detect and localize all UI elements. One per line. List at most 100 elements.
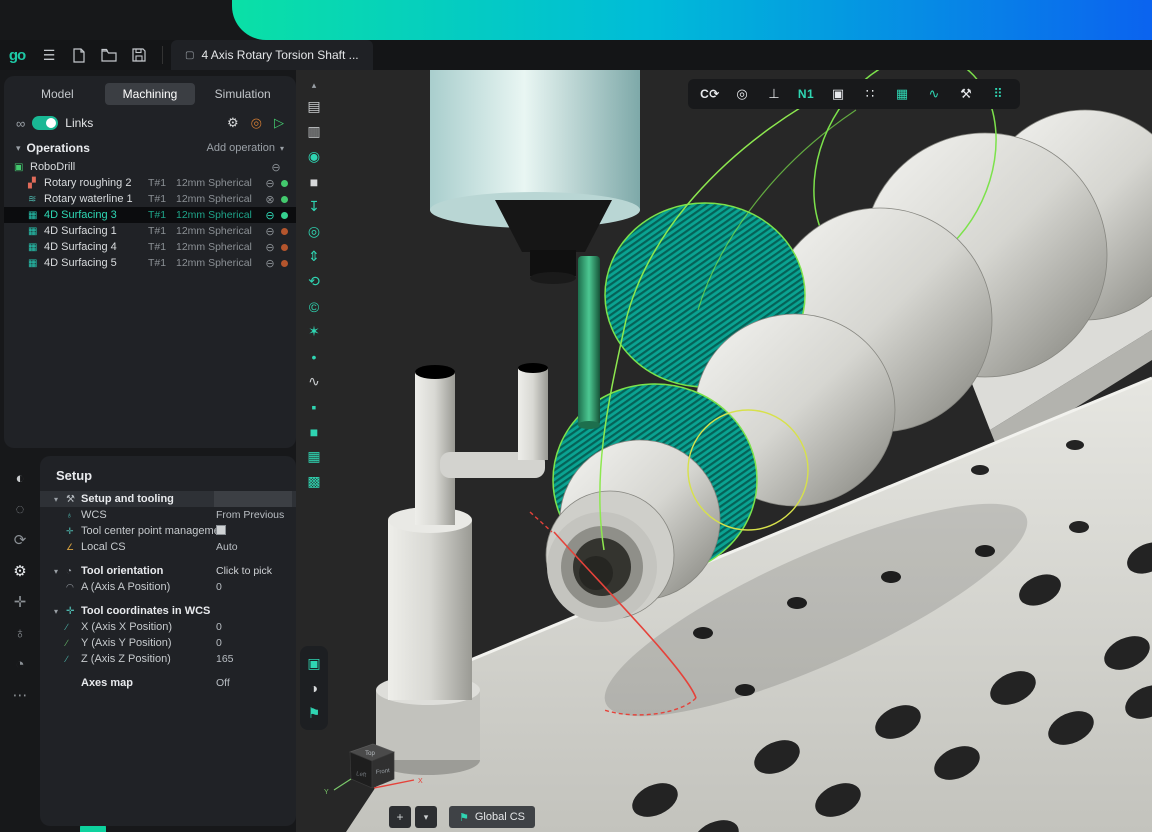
tool-display-icon[interactable]: ⚒ bbox=[952, 86, 980, 102]
grid-display-icon[interactable]: ⠿ bbox=[984, 86, 1012, 102]
setting-row-z-axis[interactable]: ∕ Z (Axis Z Position) 165 bbox=[40, 651, 296, 667]
machine-head-icon[interactable]: ▤ bbox=[307, 94, 320, 119]
suppress-icon[interactable]: ⊖ bbox=[262, 177, 278, 190]
operation-tool-desc: 12mm Spherical bbox=[176, 193, 262, 205]
mesh-icon[interactable]: ▦ bbox=[307, 444, 320, 469]
patch-icon[interactable]: ▪ bbox=[312, 394, 317, 419]
rotate-c-icon[interactable]: © bbox=[309, 294, 319, 319]
model-sphere-icon[interactable]: ◐ bbox=[15, 470, 24, 488]
axis-vertical-icon[interactable]: ⇕ bbox=[308, 244, 320, 269]
settings-gear-icon[interactable]: ⚙ bbox=[13, 563, 26, 581]
suppress-icon[interactable]: ⊖ bbox=[262, 209, 278, 222]
operation-row[interactable]: ≋ Rotary waterline 1 T#1 12mm Spherical … bbox=[4, 191, 296, 207]
links-row: ∞ Links ⚙ ◎ ▷ bbox=[4, 109, 296, 137]
suppress-icon[interactable]: ⊖ bbox=[262, 241, 278, 254]
cs-flag-icon: ⚑ bbox=[459, 811, 469, 824]
operation-row[interactable]: ▞ Rotary roughing 2 T#1 12mm Spherical ⊖ bbox=[4, 175, 296, 191]
setting-row-y-axis[interactable]: ∕ Y (Axis Y Position) 0 bbox=[40, 635, 296, 651]
document-tab[interactable]: ▢ 4 Axis Rotary Torsion Shaft ... bbox=[171, 40, 373, 70]
setting-value[interactable]: Auto bbox=[216, 541, 296, 553]
global-cs-chip[interactable]: ⚑ Global CS bbox=[449, 806, 535, 828]
history-icon[interactable]: ◔ bbox=[15, 656, 24, 674]
operations-title: Operations bbox=[27, 141, 207, 155]
setting-row-wcs[interactable]: ♁ WCS From Previous bbox=[40, 507, 296, 523]
selection-icon[interactable]: ◌ bbox=[16, 501, 25, 519]
main-menu-icon[interactable]: ☰ bbox=[34, 47, 64, 64]
rotate-c-icon[interactable]: C⟳ bbox=[696, 87, 724, 101]
setting-row-x-axis[interactable]: ∕ X (Axis X Position) 0 bbox=[40, 619, 296, 635]
suppress-icon[interactable]: ⊗ bbox=[262, 193, 278, 206]
setting-label: Y (Axis Y Position) bbox=[81, 637, 216, 649]
region-icon[interactable]: ▩ bbox=[307, 469, 320, 494]
shaded-view-icon[interactable]: ◑ bbox=[310, 680, 318, 696]
suppress-icon[interactable]: ⊖ bbox=[268, 161, 284, 174]
pick-value[interactable]: Click to pick bbox=[216, 565, 296, 577]
machine-setup-icon[interactable]: ▥ bbox=[307, 119, 320, 144]
stock-display-icon[interactable]: ▣ bbox=[824, 86, 852, 102]
nc-program-label[interactable]: N1 bbox=[792, 87, 820, 101]
run-simulation-icon[interactable]: ▷ bbox=[274, 115, 284, 131]
add-operation-button[interactable]: Add operation ▾ bbox=[206, 142, 284, 154]
suppress-icon[interactable]: ⊖ bbox=[262, 225, 278, 238]
operation-type-icon: ▦ bbox=[28, 258, 44, 269]
setting-row-axes-map[interactable]: Axes map Off bbox=[40, 675, 296, 691]
fit-view-icon[interactable]: ▣ bbox=[307, 655, 320, 672]
save-icon[interactable] bbox=[124, 48, 154, 62]
scroll-up-icon[interactable]: ▴ bbox=[312, 80, 317, 94]
record-target-icon[interactable]: ◎ bbox=[251, 115, 262, 131]
probe-icon[interactable]: ◎ bbox=[728, 86, 756, 102]
tool-circle-icon[interactable]: ◉ bbox=[308, 144, 320, 169]
links-toggle[interactable] bbox=[32, 116, 58, 130]
operation-row[interactable]: ▦ 4D Surfacing 5 T#1 12mm Spherical ⊖ bbox=[4, 255, 296, 271]
setting-value[interactable]: 0 bbox=[216, 581, 296, 593]
group-tool-coordinates[interactable]: ▾ ✛ Tool coordinates in WCS bbox=[40, 603, 296, 619]
group-setup-and-tooling[interactable]: ▾ ⚒ Setup and tooling bbox=[40, 491, 296, 507]
tab-simulation[interactable]: Simulation bbox=[197, 83, 288, 105]
setting-row-tcp[interactable]: ✛ Tool center point managemen bbox=[40, 523, 296, 539]
new-file-icon[interactable] bbox=[64, 48, 94, 63]
setting-value[interactable]: From Previous bbox=[216, 509, 296, 521]
group-tool-orientation[interactable]: ▾ ◔ Tool orientation Click to pick bbox=[40, 563, 296, 579]
wcs-globe-icon[interactable]: ♁ bbox=[14, 625, 25, 643]
setting-row-local-cs[interactable]: ∠ Local CS Auto bbox=[40, 539, 296, 555]
cs-flag-icon[interactable]: ⚑ bbox=[308, 705, 321, 722]
fixture-display-icon[interactable]: ∷ bbox=[856, 86, 884, 102]
point-icon[interactable]: • bbox=[312, 344, 317, 369]
machine-row[interactable]: ▣ RoboDrill ⊖ bbox=[4, 159, 296, 175]
operations-panel: Model Machining Simulation ∞ Links ⚙ ◎ ▷… bbox=[4, 76, 296, 448]
tool-axis-icon[interactable]: ⊥ bbox=[760, 86, 788, 102]
setting-value[interactable]: Off bbox=[216, 677, 296, 689]
tab-model[interactable]: Model bbox=[12, 83, 103, 105]
table-display-icon[interactable]: ▦ bbox=[888, 86, 916, 102]
tool-down-icon[interactable]: ↧ bbox=[308, 194, 320, 219]
setting-value[interactable]: 165 bbox=[216, 653, 296, 665]
setup-title: Setup bbox=[40, 456, 296, 491]
multiaxis-icon[interactable]: ✶ bbox=[308, 319, 320, 344]
axes-icon[interactable]: ✛ bbox=[14, 594, 27, 612]
stock-icon[interactable]: ■ bbox=[310, 169, 318, 194]
refresh-icon[interactable]: ⟳ bbox=[14, 532, 27, 550]
surface-icon[interactable]: ■ bbox=[310, 419, 318, 444]
add-cs-button[interactable]: + bbox=[389, 806, 411, 828]
setting-label: Local CS bbox=[81, 541, 216, 553]
more-options-icon[interactable]: ⋯ bbox=[13, 687, 28, 705]
probe-circle-icon[interactable]: ◎ bbox=[308, 219, 320, 244]
setting-row-a-axis[interactable]: ◠ A (Axis A Position) 0 bbox=[40, 579, 296, 595]
operation-row[interactable]: ▦ 4D Surfacing 1 T#1 12mm Spherical ⊖ bbox=[4, 223, 296, 239]
viewport-3d[interactable]: C⟳ ◎ ⊥ N1 ▣ ∷ ▦ ∿ ⚒ ⠿ Top Left Front X Y… bbox=[296, 70, 1152, 832]
operations-header[interactable]: ▾ Operations Add operation ▾ bbox=[4, 137, 296, 159]
suppress-icon[interactable]: ⊖ bbox=[262, 257, 278, 270]
spline-icon[interactable]: ∿ bbox=[308, 369, 320, 394]
cs-dropdown-button[interactable]: ▾ bbox=[415, 806, 437, 828]
value-column-highlight bbox=[214, 491, 292, 507]
operations-settings-icon[interactable]: ⚙ bbox=[227, 115, 239, 131]
rotate-a-icon[interactable]: ⟲ bbox=[308, 269, 320, 294]
toolpath-display-icon[interactable]: ∿ bbox=[920, 86, 948, 102]
tab-machining[interactable]: Machining bbox=[105, 83, 196, 105]
setting-value[interactable]: 0 bbox=[216, 621, 296, 633]
operation-row-selected[interactable]: ▦ 4D Surfacing 3 T#1 12mm Spherical ⊖ bbox=[4, 207, 296, 223]
tcp-checkbox[interactable] bbox=[216, 525, 226, 535]
operation-row[interactable]: ▦ 4D Surfacing 4 T#1 12mm Spherical ⊖ bbox=[4, 239, 296, 255]
setting-value[interactable]: 0 bbox=[216, 637, 296, 649]
open-folder-icon[interactable] bbox=[94, 48, 124, 62]
